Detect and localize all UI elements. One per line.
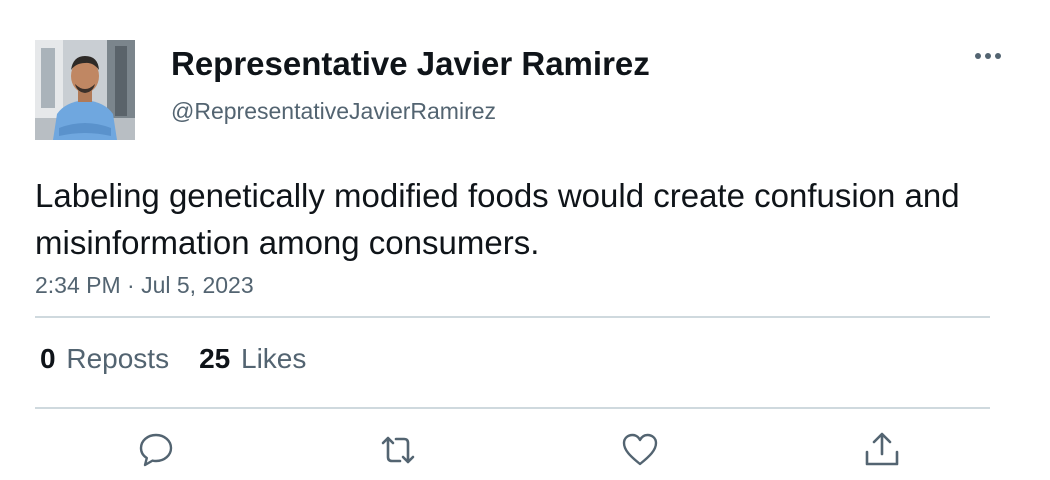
author-display-name[interactable]: Representative Javier Ramirez — [171, 44, 650, 84]
avatar-photo — [35, 40, 135, 140]
like-button[interactable] — [620, 430, 660, 470]
share-button[interactable] — [862, 430, 902, 470]
avatar[interactable] — [35, 40, 135, 140]
reply-icon — [139, 433, 173, 467]
tweet-timestamp[interactable]: 2:34 PM · Jul 5, 2023 — [35, 271, 254, 299]
more-options-button[interactable] — [970, 44, 1006, 68]
reposts-stat[interactable]: 0 Reposts — [40, 342, 169, 376]
divider — [35, 407, 990, 409]
like-icon — [622, 433, 658, 466]
likes-count: 25 — [199, 343, 231, 374]
tweet-text: Labeling genetically modified foods woul… — [35, 177, 960, 261]
likes-stat[interactable]: 25 Likes — [199, 342, 306, 376]
reposts-count: 0 — [40, 343, 56, 374]
reply-button[interactable] — [136, 430, 176, 470]
reposts-label: Reposts — [66, 343, 170, 374]
divider — [35, 316, 990, 318]
share-icon — [865, 432, 899, 466]
repost-button[interactable] — [378, 430, 418, 470]
repost-icon — [381, 436, 415, 464]
likes-label: Likes — [241, 343, 307, 374]
engagement-stats: 0 Reposts 25 Likes — [40, 342, 306, 376]
more-options-icon — [975, 53, 1001, 59]
author-handle[interactable]: @RepresentativeJavierRamirez — [171, 97, 496, 125]
